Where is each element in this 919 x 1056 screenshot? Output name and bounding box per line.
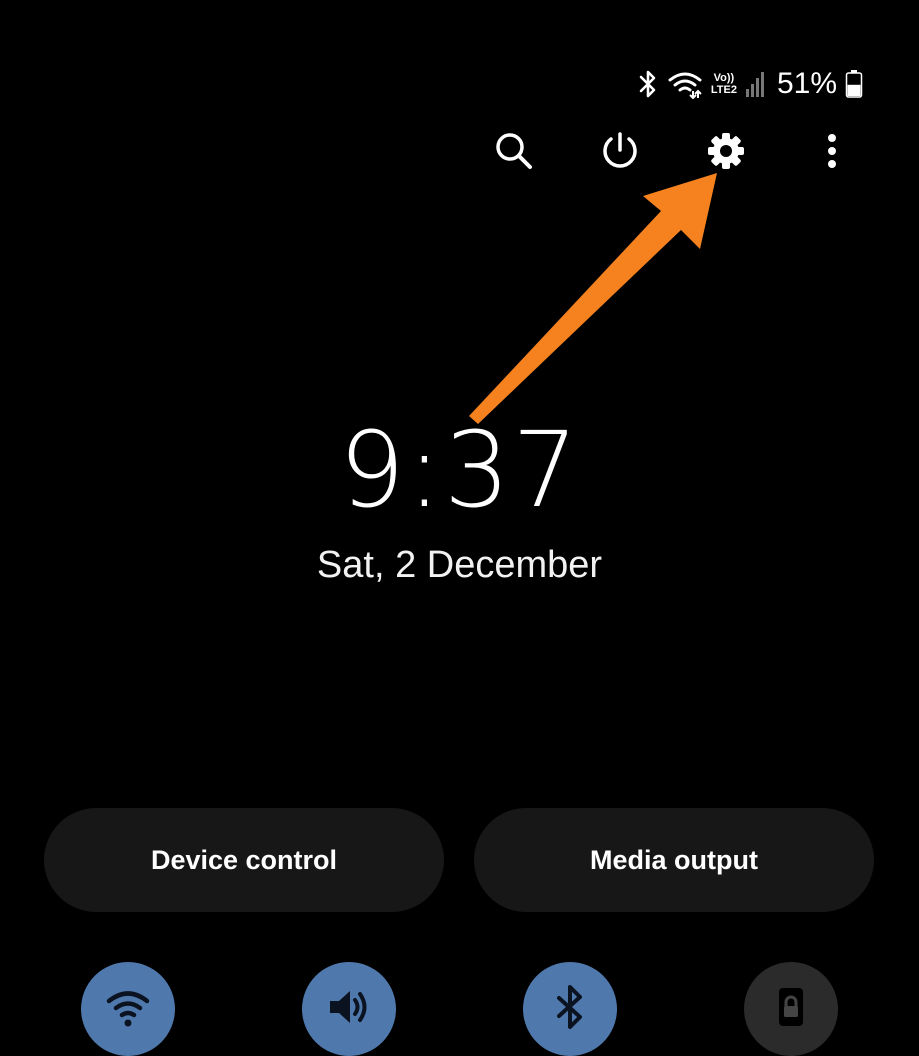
search-icon (493, 130, 535, 177)
clock-date: Sat, 2 December (316, 544, 603, 586)
quick-panel-actions (0, 128, 919, 178)
media-output-button[interactable]: Media output (474, 808, 874, 912)
volte-top-label: Vo)) (713, 72, 735, 84)
bluetooth-icon (637, 69, 659, 99)
gear-icon (705, 130, 747, 177)
wifi-icon (103, 982, 153, 1037)
wifi-toggle[interactable] (81, 962, 175, 1056)
more-options-button[interactable] (807, 128, 857, 178)
volte-icon: Vo)) LTE2 (711, 72, 737, 96)
search-button[interactable] (489, 128, 539, 178)
bluetooth-toggle[interactable] (523, 962, 617, 1056)
lock-icon (766, 982, 816, 1037)
power-button[interactable] (595, 128, 645, 178)
bluetooth-icon (545, 982, 595, 1037)
screen-lock-toggle[interactable] (744, 962, 838, 1056)
speaker-icon (324, 982, 374, 1037)
settings-button[interactable] (701, 128, 751, 178)
volte-bottom-label: LTE2 (710, 84, 737, 96)
clock-time: 9:37 (338, 409, 581, 531)
status-bar: Vo)) LTE2 51% (637, 64, 863, 104)
signal-icon (745, 69, 765, 99)
power-icon (599, 130, 641, 177)
more-options-icon (811, 130, 853, 177)
wifi-icon (667, 69, 703, 99)
quick-panel-screen: Vo)) LTE2 51% 9:37 Sat, 2 December Devic… (0, 0, 919, 1056)
sound-toggle[interactable] (302, 962, 396, 1056)
battery-percent: 51% (776, 67, 837, 100)
battery-icon (845, 69, 863, 99)
device-control-button[interactable]: Device control (44, 808, 444, 912)
